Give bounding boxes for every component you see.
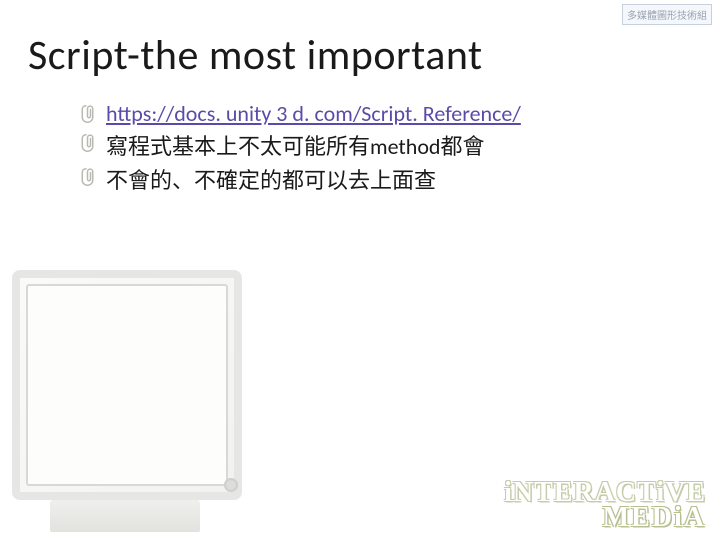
reference-link[interactable]: https://docs. unity 3 d. com/Script. Ref…	[106, 100, 521, 127]
brand-text-2: MEDiA	[504, 504, 706, 532]
list-item: 寫程式基本上不太可能所有method都會	[80, 129, 521, 161]
list-item: https://docs. unity 3 d. com/Script. Ref…	[80, 100, 521, 127]
branding-logo: iNTERACTiVE MEDiA	[504, 479, 706, 532]
list-item: 不會的、不確定的都可以去上面查	[80, 163, 521, 195]
monitor-decoration	[0, 210, 260, 540]
bullet-text: 不會的、不確定的都可以去上面查	[106, 163, 436, 195]
watermark-label: 多媒體圖形技術組	[622, 4, 712, 25]
paperclip-icon	[80, 166, 98, 188]
bullet-text: 寫程式基本上不太可能所有method都會	[106, 129, 485, 161]
slide-title: Script-the most important	[28, 30, 483, 81]
paperclip-icon	[80, 132, 98, 154]
paperclip-icon	[80, 103, 98, 125]
bullet-list: https://docs. unity 3 d. com/Script. Ref…	[80, 100, 521, 197]
